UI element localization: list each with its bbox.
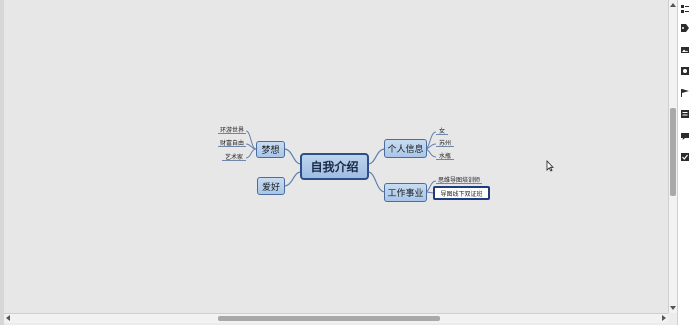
topic-work[interactable]: 工作事业 [384,183,427,202]
topic-dream[interactable]: 梦想 [256,141,285,158]
mindmap-app: 自我介绍 个人信息 工作事业 梦想 爱好 女 苏州 水瓶 思维导图培训师 导图线… [0,0,690,325]
outline-icon[interactable] [680,4,690,14]
subtopic-artist[interactable]: 艺术家 [222,152,246,161]
flag-icon[interactable] [680,88,690,98]
tag-icon[interactable] [680,23,690,33]
note-icon[interactable] [680,109,690,119]
scroll-right-arrow-icon[interactable] [662,315,666,321]
mouse-cursor-icon [546,160,554,172]
sticker-icon[interactable] [680,66,690,76]
subtopic-financial-freedom[interactable]: 财富自由 [218,138,246,147]
central-topic[interactable]: 自我介绍 [300,153,369,180]
scroll-up-arrow-icon[interactable] [670,3,676,7]
subtopic-trainer[interactable]: 思维导图培训师 [436,175,482,184]
subtopic-offline-course[interactable]: 导图线下双证班 [433,186,490,200]
horizontal-scrollbar[interactable] [4,313,668,323]
vertical-scrollbar[interactable] [668,0,677,313]
scroll-left-arrow-icon[interactable] [6,315,10,321]
subtopic-travel[interactable]: 环游世界 [218,125,246,134]
right-toolbar [677,0,690,325]
subtopic-zodiac[interactable]: 水瓶 [436,151,454,160]
horizontal-scroll-thumb[interactable] [218,316,440,321]
subtopic-gender[interactable]: 女 [436,126,448,135]
task-icon[interactable] [680,152,690,162]
comment-icon[interactable] [680,131,690,141]
scroll-down-arrow-icon[interactable] [670,306,676,310]
vertical-scroll-thumb[interactable] [670,108,676,196]
image-icon[interactable] [680,45,690,55]
topic-personal-info[interactable]: 个人信息 [384,139,427,158]
subtopic-city[interactable]: 苏州 [436,138,454,147]
topic-hobby[interactable]: 爱好 [257,177,285,195]
